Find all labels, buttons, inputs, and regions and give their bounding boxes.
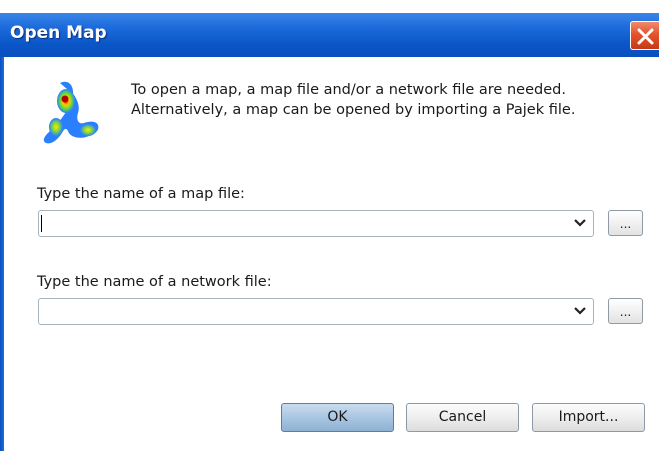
ok-button[interactable]: OK [281,403,394,432]
window-title: Open Map [10,23,107,43]
map-file-label: Type the name of a map file: [37,186,245,202]
close-icon [637,28,654,45]
import-button[interactable]: Import... [532,403,645,432]
network-file-browse-button[interactable]: ... [608,298,643,324]
network-file-combobox[interactable] [38,298,594,325]
text-cursor [41,215,42,232]
chevron-down-icon[interactable] [573,305,587,317]
density-map-logo [43,81,99,144]
map-file-input[interactable] [43,214,563,234]
open-map-dialog: Open Map To open a map, a map file and/o… [0,0,659,451]
cancel-button[interactable]: Cancel [406,403,519,432]
close-button[interactable] [630,21,659,50]
dialog-description: To open a map, a map file and/or a netwo… [131,80,575,120]
network-file-input[interactable] [43,302,563,322]
chevron-down-icon[interactable] [573,217,587,229]
map-file-combobox[interactable] [38,210,594,237]
description-line-2: Alternatively, a map can be opened by im… [131,102,576,118]
window-left-border [0,57,4,451]
network-file-label: Type the name of a network file: [37,274,272,290]
description-line-1: To open a map, a map file and/or a netwo… [131,82,566,98]
title-bar[interactable]: Open Map [0,13,659,57]
map-file-browse-button[interactable]: ... [608,210,643,236]
